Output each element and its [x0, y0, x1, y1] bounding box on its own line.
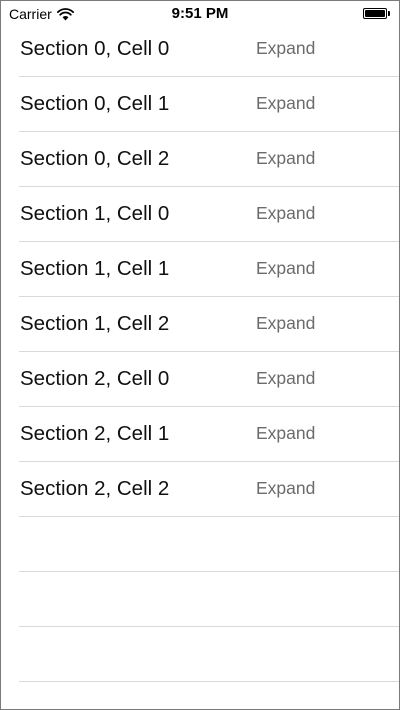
table-row[interactable]: Section 2, Cell 1 Expand: [1, 407, 399, 462]
expand-button[interactable]: Expand: [256, 37, 315, 59]
table-row[interactable]: Section 1, Cell 2 Expand: [1, 297, 399, 352]
expand-button[interactable]: Expand: [256, 92, 315, 114]
expand-button[interactable]: Expand: [256, 312, 315, 334]
cell-title: Section 1, Cell 0: [20, 202, 170, 225]
cell-title: Section 0, Cell 1: [20, 92, 170, 115]
status-time: 9:51 PM: [171, 5, 229, 22]
empty-table-row: [1, 572, 399, 627]
expand-button[interactable]: Expand: [256, 422, 315, 444]
expand-button[interactable]: Expand: [256, 147, 315, 169]
expand-button[interactable]: Expand: [256, 202, 315, 224]
empty-table-row: [1, 627, 399, 682]
table-row[interactable]: Section 2, Cell 2 Expand: [1, 462, 399, 517]
cell-title: Section 2, Cell 2: [20, 477, 170, 500]
empty-table-row: [1, 682, 399, 709]
expand-button[interactable]: Expand: [256, 477, 315, 499]
cell-title: Section 0, Cell 0: [20, 37, 170, 60]
battery-body: [363, 8, 387, 19]
empty-table-row: [1, 517, 399, 572]
table-row[interactable]: Section 1, Cell 1 Expand: [1, 242, 399, 297]
expand-button[interactable]: Expand: [256, 257, 315, 279]
cell-title: Section 0, Cell 2: [20, 147, 170, 170]
table-row[interactable]: Section 2, Cell 0 Expand: [1, 352, 399, 407]
table-view[interactable]: Section 0, Cell 0 Expand Section 0, Cell 1…: [1, 22, 399, 709]
table-row[interactable]: Section 1, Cell 0 Expand: [1, 187, 399, 242]
table-row[interactable]: Section 0, Cell 1 Expand: [1, 77, 399, 132]
cell-title: Section 2, Cell 1: [20, 422, 170, 445]
cell-title: Section 2, Cell 0: [20, 367, 170, 390]
table-row[interactable]: Section 0, Cell 2 Expand: [1, 132, 399, 187]
cell-title: Section 1, Cell 2: [20, 312, 170, 335]
battery-icon: [363, 8, 391, 19]
battery-tip: [388, 11, 390, 16]
table-row[interactable]: Section 0, Cell 0 Expand: [1, 22, 399, 77]
iphone-screen: Carrier 9:51 PM Section 0, Cell 0 Expand S…: [0, 0, 400, 710]
battery-fill: [365, 10, 385, 17]
expand-button[interactable]: Expand: [256, 367, 315, 389]
cell-title: Section 1, Cell 1: [20, 257, 170, 280]
